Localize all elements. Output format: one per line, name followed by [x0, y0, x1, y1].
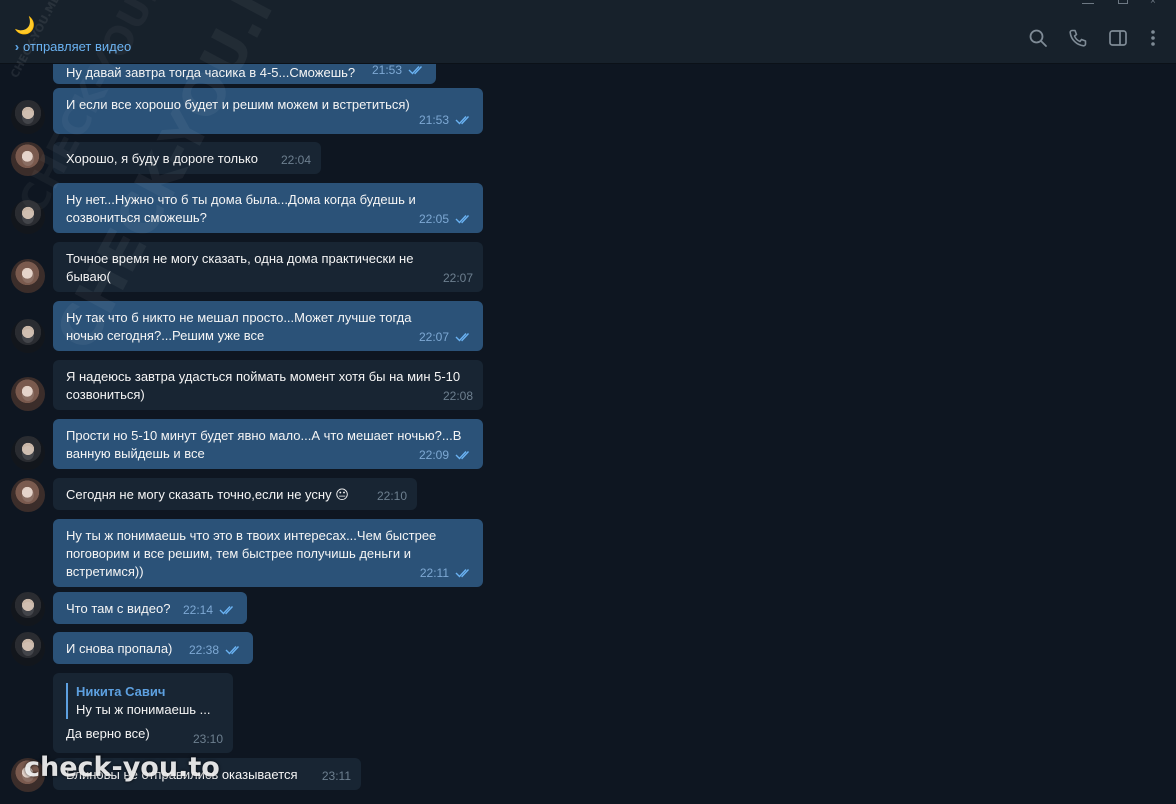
avatar[interactable]	[11, 259, 45, 293]
search-icon[interactable]	[1028, 28, 1048, 48]
message-text: Ну так что б никто не мешал просто...Мож…	[66, 310, 412, 343]
message-text: И если все хорошо будет и решим можем и …	[66, 97, 410, 112]
message-text: Ну давай завтра тогда часика в 4-5...Смо…	[66, 65, 356, 80]
message-incoming[interactable]: Никита Савич Ну ты ж понимаешь ... Да верн…	[53, 673, 233, 753]
message-meta: 22:09	[419, 446, 473, 464]
close-button[interactable]: ×	[1150, 0, 1162, 7]
message-time: 23:10	[192, 732, 223, 746]
message-time: 22:08	[442, 389, 473, 403]
message-meta: 23:11	[322, 767, 351, 785]
more-vertical-icon[interactable]	[1143, 28, 1163, 48]
message-meta: 22:14	[183, 601, 237, 619]
message-time: 23:11	[321, 769, 351, 783]
double-check-icon	[455, 450, 473, 460]
message-outgoing[interactable]: Прости но 5-10 минут будет явно мало...А…	[53, 419, 483, 469]
message-meta: 21:53	[419, 111, 473, 129]
avatar[interactable]	[11, 142, 45, 176]
message-text: Прости но 5-10 минут будет явно мало...А…	[66, 428, 462, 461]
message-text: Точное время не могу сказать, одна дома …	[66, 251, 414, 284]
reply-author: Никита Савич	[76, 684, 166, 699]
message-time: 22:07	[442, 271, 473, 285]
message-outgoing[interactable]: И если все хорошо будет и решим можем и …	[53, 88, 483, 134]
avatar[interactable]	[11, 632, 45, 666]
double-check-icon	[455, 332, 473, 342]
avatar[interactable]	[11, 200, 45, 234]
message-text: Я надеюсь завтра удасться поймать момент…	[66, 369, 461, 402]
avatar[interactable]	[11, 478, 45, 512]
message-incoming[interactable]: Я надеюсь завтра удасться поймать момент…	[53, 360, 483, 410]
message-text: Ну нет...Нужно что б ты дома была...Дома…	[66, 192, 416, 225]
reply-text: Ну ты ж понимаешь ...	[76, 702, 211, 717]
message-outgoing[interactable]: Что там с видео? 22:14	[53, 592, 247, 624]
message-time: 22:10	[376, 489, 407, 503]
reply-quote[interactable]: Никита Савич Ну ты ж понимаешь ...	[66, 683, 220, 719]
avatar[interactable]	[11, 436, 45, 470]
phone-icon[interactable]	[1068, 28, 1088, 48]
message-meta: 22:10	[377, 487, 407, 505]
avatar[interactable]	[11, 592, 45, 626]
message-meta: 22:11	[420, 564, 473, 582]
neutral-face-emoji: 😐	[331, 487, 349, 502]
message-outgoing[interactable]: Ну нет...Нужно что б ты дома была...Дома…	[53, 183, 483, 233]
message-outgoing[interactable]: Ну так что б никто не мешал просто...Мож…	[53, 301, 483, 351]
message-text: Хорошо, я буду в дороге только	[66, 151, 258, 166]
typing-status: ››› отправляет видео	[15, 39, 131, 54]
message-time: 21:53	[371, 64, 402, 77]
avatar[interactable]	[11, 377, 45, 411]
message-text: Блиновы не отправились оказывается	[66, 767, 298, 782]
message-text: Ну ты ж понимаешь что это в твоих интере…	[66, 528, 437, 579]
sidebar-toggle-icon[interactable]	[1108, 28, 1128, 48]
message-time: 22:04	[280, 153, 311, 167]
double-check-icon	[455, 568, 473, 578]
maximize-button[interactable]	[1118, 0, 1128, 4]
message-list[interactable]: Ну давай завтра тогда часика в 4-5...Смо…	[0, 64, 1176, 804]
message-time: 22:09	[418, 448, 449, 462]
message-incoming[interactable]: Хорошо, я буду в дороге только 22:04	[53, 142, 321, 174]
message-meta: 22:05	[419, 210, 473, 228]
message-outgoing[interactable]: Ну ты ж понимаешь что это в твоих интере…	[53, 519, 483, 587]
avatar[interactable]	[11, 100, 45, 134]
message-meta: 23:10	[193, 730, 223, 748]
chat-title-emoji: 🌙	[14, 16, 36, 35]
minimize-button[interactable]	[1082, 0, 1094, 4]
message-meta: 22:04	[281, 151, 311, 169]
double-check-icon	[219, 605, 237, 615]
message-outgoing[interactable]: И снова пропала) 22:38	[53, 632, 253, 664]
double-check-icon	[225, 645, 243, 655]
double-check-icon	[455, 115, 473, 125]
message-outgoing[interactable]: Ну давай завтра тогда часика в 4-5...Смо…	[53, 64, 436, 84]
message-incoming[interactable]: Точное время не могу сказать, одна дома …	[53, 242, 483, 292]
message-incoming[interactable]: Сегодня не могу сказать точно,если не ус…	[53, 478, 417, 510]
message-meta: 22:07	[443, 269, 473, 287]
message-time: 22:07	[418, 330, 449, 344]
message-incoming[interactable]: Блиновы не отправились оказывается 23:11	[53, 758, 361, 790]
message-meta: 21:53	[372, 64, 426, 79]
double-check-icon	[408, 65, 426, 75]
message-meta: 22:08	[443, 387, 473, 405]
message-text: Сегодня не могу сказать точно,если не ус…	[66, 487, 349, 502]
message-time: 22:14	[182, 603, 213, 617]
status-text: отправляет видео	[23, 39, 132, 54]
message-meta: 22:38	[189, 641, 243, 659]
window-titlebar: ×	[0, 0, 1176, 10]
avatar[interactable]	[11, 319, 45, 353]
avatar[interactable]	[11, 758, 45, 792]
chat-header[interactable]: 🌙 ››› отправляет видео	[0, 10, 1176, 64]
message-time: 22:11	[419, 566, 449, 580]
double-check-icon	[455, 214, 473, 224]
message-time: 22:05	[418, 212, 449, 226]
message-time: 22:38	[188, 643, 219, 657]
message-meta: 22:07	[419, 328, 473, 346]
message-time: 21:53	[418, 113, 449, 127]
